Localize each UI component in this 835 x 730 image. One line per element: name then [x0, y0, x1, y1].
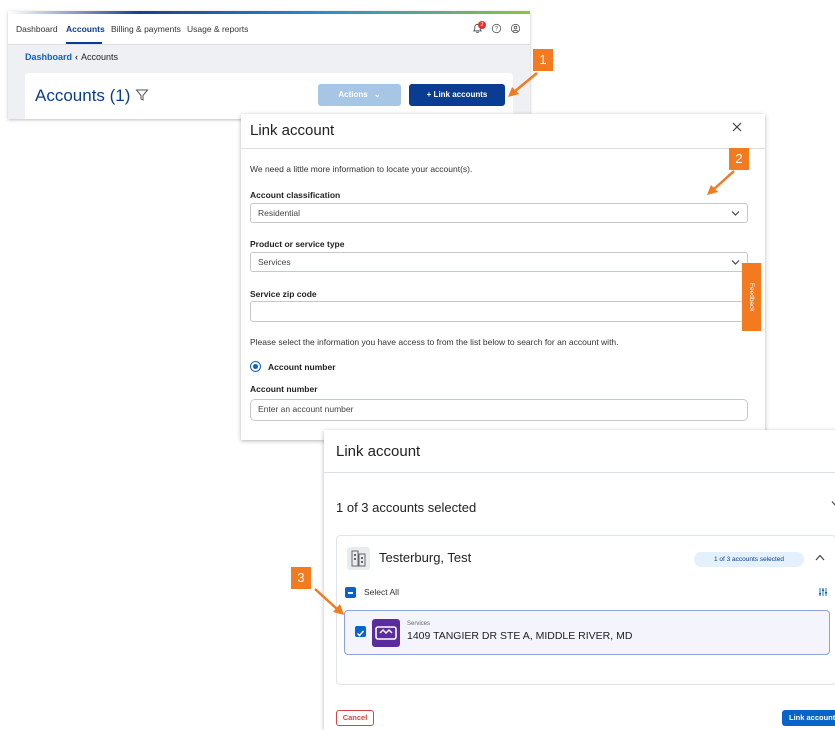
account-group: Testerburg, Test 1 of 3 accounts selecte… [336, 535, 835, 685]
chevron-down-icon: ⌄ [373, 90, 381, 99]
callout-2: 2 [729, 148, 749, 170]
divider [324, 472, 835, 473]
classification-label: Account classification [250, 190, 341, 200]
sliders-icon[interactable] [818, 587, 828, 597]
link-accounts-button[interactable]: + Link accounts [409, 84, 505, 106]
chevron-up-icon[interactable] [815, 554, 825, 561]
callout-3: 3 [291, 567, 311, 589]
breadcrumb-current: Accounts [81, 52, 119, 62]
zip-label: Service zip code [250, 289, 317, 299]
account-number-label: Account number [250, 384, 318, 394]
close-icon[interactable] [731, 121, 743, 133]
check-icon [356, 630, 365, 637]
top-nav: Dashboard Accounts Billing & payments Us… [8, 14, 530, 45]
group-name: Testerburg, Test [379, 550, 472, 565]
product-label: Product or service type [250, 239, 345, 249]
breadcrumb-dashboard-link[interactable]: Dashboard [25, 52, 72, 62]
divider [241, 148, 765, 149]
classification-value: Residential [258, 208, 301, 218]
selected-summary: 1 of 3 accounts selected [336, 500, 477, 515]
callout-1: 1 [533, 49, 553, 71]
chevron-down-icon [731, 260, 740, 265]
nav-usage-reports[interactable]: Usage & reports [187, 24, 248, 34]
link-accounts-button[interactable]: Link accounts [782, 710, 835, 726]
modal-title: Link account [336, 443, 421, 460]
cancel-button[interactable]: Cancel [336, 710, 374, 726]
feedback-tab[interactable]: Feedback [742, 263, 761, 331]
actions-button[interactable]: Actions ⌄ [318, 84, 401, 106]
radio-selected-dot [253, 364, 258, 369]
active-tab-indicator [66, 42, 102, 44]
classification-select[interactable]: Residential [250, 203, 748, 223]
account-row[interactable]: Services 1409 TANGIER DR STE A, MIDDLE R… [344, 610, 830, 655]
account-number-input[interactable]: Enter an account number [250, 399, 748, 421]
select-all-label: Select All [364, 587, 399, 597]
indeterminate-icon [348, 592, 353, 594]
callout-arrow-3 [314, 588, 344, 615]
link-account-select-modal: Link account 1 of 3 accounts selected Te… [324, 430, 835, 730]
accounts-header-card: Accounts (1) Actions ⌄ + Link accounts [25, 73, 513, 119]
modal-title: Link account [250, 122, 335, 139]
filter-icon[interactable] [135, 88, 149, 102]
select-info-text: Please select the information you have a… [250, 337, 619, 347]
intro-text: We need a little more information to loc… [250, 164, 473, 174]
chevron-down-icon[interactable] [831, 500, 835, 508]
breadcrumb: Dashboard ‹ Accounts [25, 52, 118, 62]
user-icon[interactable] [510, 23, 521, 34]
account-address: 1409 TANGIER DR STE A, MIDDLE RIVER, MD [407, 630, 633, 642]
nav-billing-payments[interactable]: Billing & payments [111, 24, 181, 34]
product-value: Services [258, 257, 291, 267]
handshake-icon [372, 619, 400, 647]
accounts-page-panel: Dashboard Accounts Billing & payments Us… [8, 11, 530, 119]
callout-arrow-2 [707, 170, 735, 195]
radio-option-label: Account number [268, 362, 336, 372]
product-select[interactable]: Services [250, 252, 748, 272]
nav-accounts[interactable]: Accounts [66, 24, 105, 34]
service-type: Services [407, 621, 431, 627]
help-icon[interactable]: ? [491, 23, 502, 34]
link-account-form-modal: Link account We need a little more infor… [241, 114, 765, 440]
nav-dashboard[interactable]: Dashboard [16, 24, 58, 34]
chevron-left-icon: ‹ [75, 52, 79, 62]
zip-input[interactable] [250, 301, 748, 322]
building-icon [347, 547, 370, 570]
notification-badge: 2 [478, 21, 486, 29]
chevron-down-icon [731, 211, 740, 216]
page-title: Accounts (1) [35, 86, 131, 105]
selected-count-badge: 1 of 3 accounts selected [694, 552, 804, 567]
account-checkbox[interactable] [355, 626, 366, 637]
svg-text:?: ? [495, 27, 499, 33]
callout-arrow-1 [508, 72, 538, 97]
actions-button-label: Actions [338, 90, 368, 99]
